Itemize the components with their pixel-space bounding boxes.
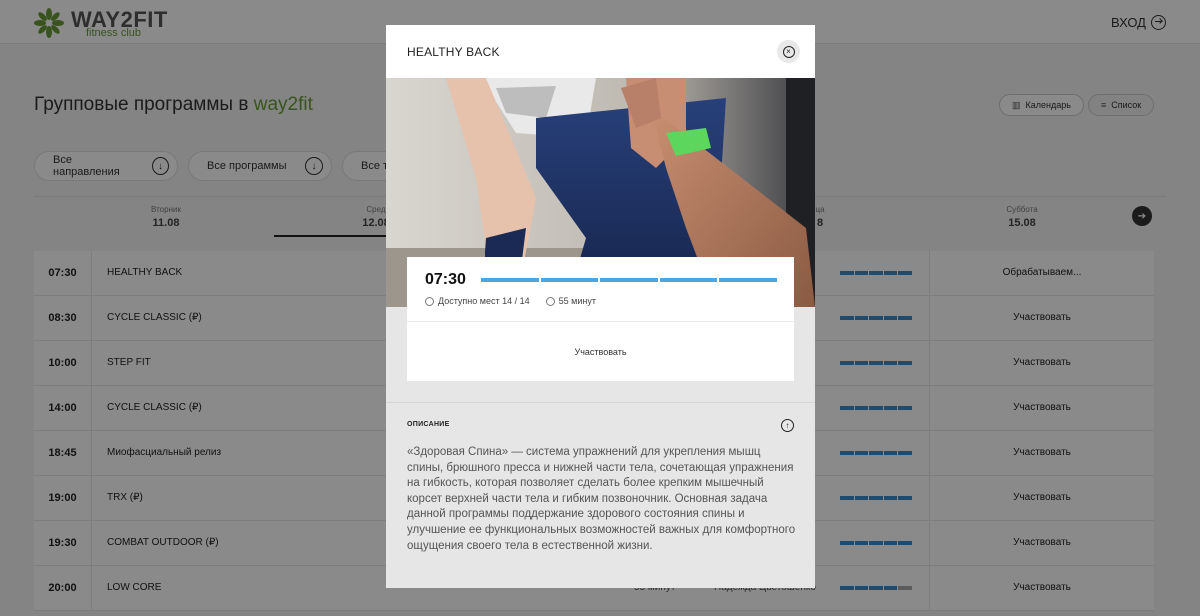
close-icon: × xyxy=(782,45,795,58)
modal-title: HEALTHY BACK xyxy=(407,45,500,59)
modal-header: HEALTHY BACK × xyxy=(386,25,815,78)
clock-icon xyxy=(545,296,555,306)
description-divider xyxy=(386,402,815,403)
session-meta: Доступно мест 14 / 14 55 минут xyxy=(425,296,596,306)
session-time: 07:30 xyxy=(425,271,466,288)
availability-segment xyxy=(659,278,718,282)
program-modal: HEALTHY BACK × 07:30 Доступно мест 14 / … xyxy=(386,25,815,588)
session-card: 07:30 Доступно мест 14 / 14 55 минут Уча… xyxy=(407,257,794,381)
availability-segment xyxy=(719,278,777,282)
description-heading: ОПИСАНИЕ xyxy=(407,421,450,428)
description-text: «Здоровая Спина» — система упражнений дл… xyxy=(407,446,796,552)
places-text: Доступно мест 14 / 14 xyxy=(438,296,530,306)
chevron-up-circle-icon[interactable]: ↑ xyxy=(781,419,794,432)
duration-info: 55 минут xyxy=(545,296,596,306)
availability-segment xyxy=(540,278,599,282)
people-icon xyxy=(425,296,434,306)
places-info: Доступно мест 14 / 14 xyxy=(425,296,530,306)
availability-segment xyxy=(600,278,658,282)
join-button[interactable]: Участвовать xyxy=(407,322,794,381)
availability-bar xyxy=(481,278,777,282)
close-button[interactable]: × xyxy=(777,40,800,63)
availability-segment xyxy=(481,278,539,282)
duration-text: 55 минут xyxy=(558,296,596,306)
